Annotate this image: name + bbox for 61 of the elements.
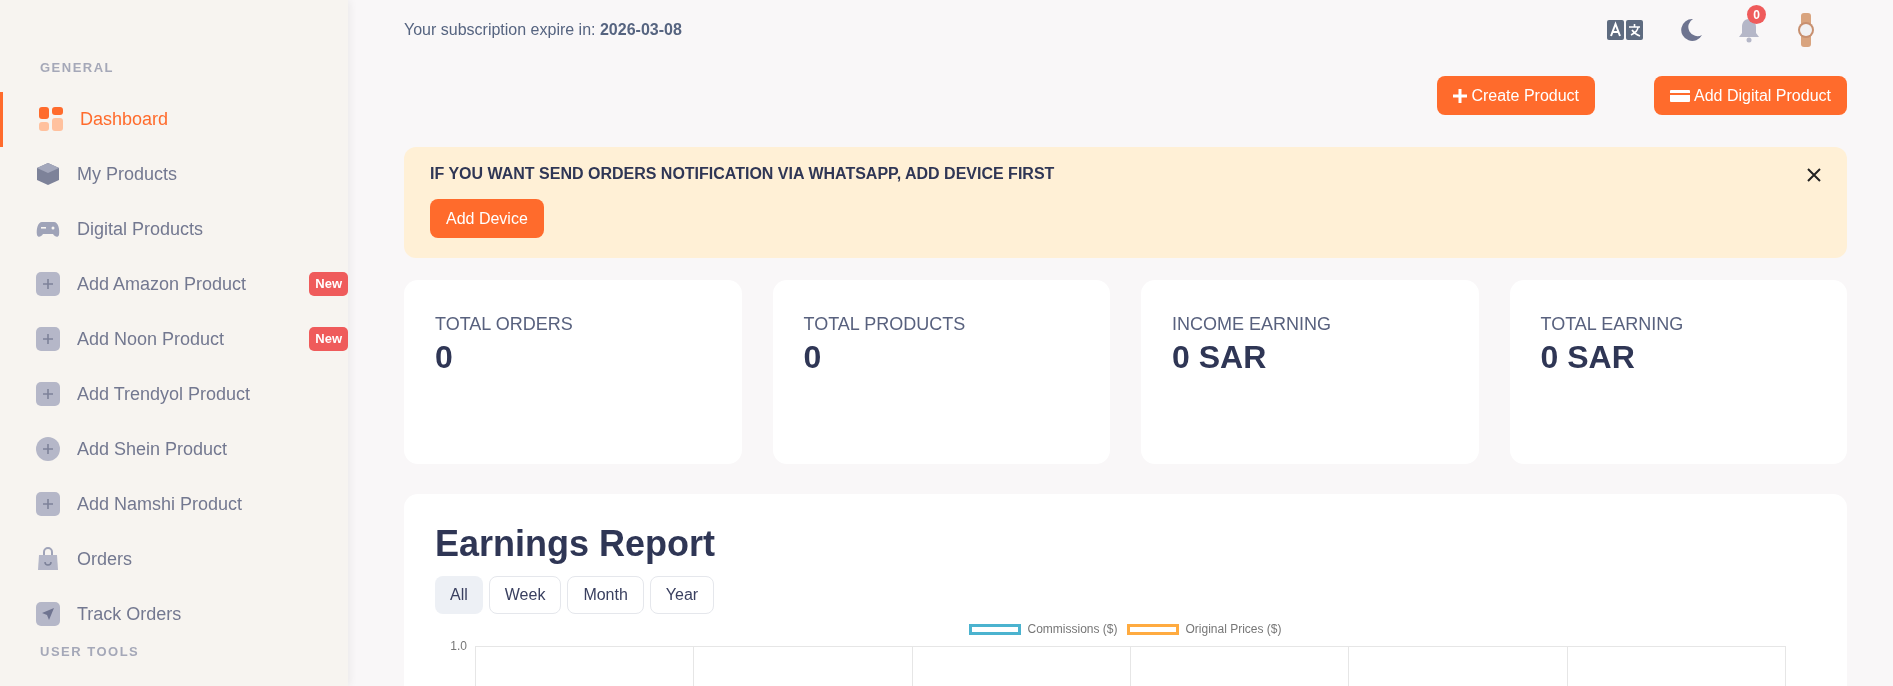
sidebar-label: Digital Products <box>77 217 204 241</box>
stat-title: TOTAL ORDERS <box>435 313 574 336</box>
card-icon <box>1670 89 1691 102</box>
alert-message: IF YOU WANT SEND ORDERS NOTIFICATION VIA WHATSAPP, ADD DEVICE FIRST <box>430 164 1055 184</box>
y-axis-label: 1.0 <box>449 640 468 652</box>
sidebar-item[interactable]: Add Trendyol Product <box>0 366 348 422</box>
legend-label: Commissions ($) <box>1027 621 1118 638</box>
period-tab[interactable]: Month <box>567 576 644 614</box>
shopping-bag-icon <box>36 547 60 571</box>
sidebar-item[interactable]: Orders <box>0 531 348 587</box>
wristwatch-icon[interactable] <box>1795 13 1817 47</box>
sidebar-label: Add Shein Product <box>77 437 228 461</box>
action-button[interactable]: Add Digital Product <box>1654 76 1847 115</box>
paper-plane-icon <box>36 602 60 626</box>
sidebar-label: Add Namshi Product <box>77 492 243 516</box>
plus-icon <box>36 327 60 351</box>
sidebar-label: Dashboard <box>80 107 169 131</box>
sidebar-item[interactable]: Dashboard <box>0 91 348 147</box>
sidebar-label: Add Amazon Product <box>77 272 247 296</box>
legend-label: Original Prices ($) <box>1185 621 1282 638</box>
stat-value: 0 SAR <box>1540 338 1636 376</box>
stat-title: TOTAL EARNING <box>1540 313 1685 336</box>
period-tab[interactable]: Year <box>649 576 715 614</box>
dashboard-icon <box>39 107 63 131</box>
sidebar-item[interactable]: Add Shein Product <box>0 421 348 477</box>
translate-icon[interactable] <box>1607 20 1643 40</box>
sidebar-item[interactable]: Add Amazon Product New <box>0 256 348 312</box>
sidebar-label: Add Noon Product <box>77 327 225 351</box>
stat-title: TOTAL PRODUCTS <box>803 313 967 336</box>
plus-icon <box>36 492 60 516</box>
notification-count: 0 <box>1747 5 1766 24</box>
plus-icon <box>1453 88 1468 103</box>
sidebar-label: Orders <box>77 547 132 571</box>
sidebar-item[interactable]: My Products <box>0 146 348 202</box>
sidebar-item[interactable]: Add Noon Product New <box>0 311 348 367</box>
sidebar-label: My Products <box>77 162 178 186</box>
section-heading: USER TOOLS <box>39 642 141 661</box>
plus-icon <box>36 437 60 461</box>
sidebar-item[interactable]: Track Orders <box>0 586 348 642</box>
add-device-button[interactable]: Add Device <box>430 199 544 238</box>
sidebar-item[interactable]: Digital Products <box>0 201 348 257</box>
sidebar-label: Track Orders <box>77 602 182 626</box>
stat-value: 0 <box>803 338 823 376</box>
bell-icon[interactable] <box>1737 17 1761 43</box>
plus-icon <box>36 272 60 296</box>
stat-value: 0 SAR <box>1172 338 1268 376</box>
subscription-text: Your subscription expire in: 2026-03-08 <box>404 20 682 40</box>
sidebar-label: Add Trendyol Product <box>77 382 251 406</box>
period-tab[interactable]: Week <box>488 576 562 614</box>
stat-value: 0 <box>435 338 454 376</box>
close-icon[interactable] <box>1807 168 1821 182</box>
plus-icon <box>36 382 60 406</box>
box-icon <box>36 162 60 186</box>
section-heading: GENERAL <box>39 59 116 77</box>
earnings-title: Earnings Report <box>435 524 717 564</box>
new-badge: New <box>309 327 348 351</box>
stat-title: INCOME EARNING <box>1172 313 1332 336</box>
new-badge: New <box>309 272 348 296</box>
period-tab[interactable]: All <box>435 576 483 614</box>
action-button[interactable]: Create Product <box>1437 76 1596 115</box>
sidebar-item[interactable]: Add Namshi Product <box>0 476 348 532</box>
